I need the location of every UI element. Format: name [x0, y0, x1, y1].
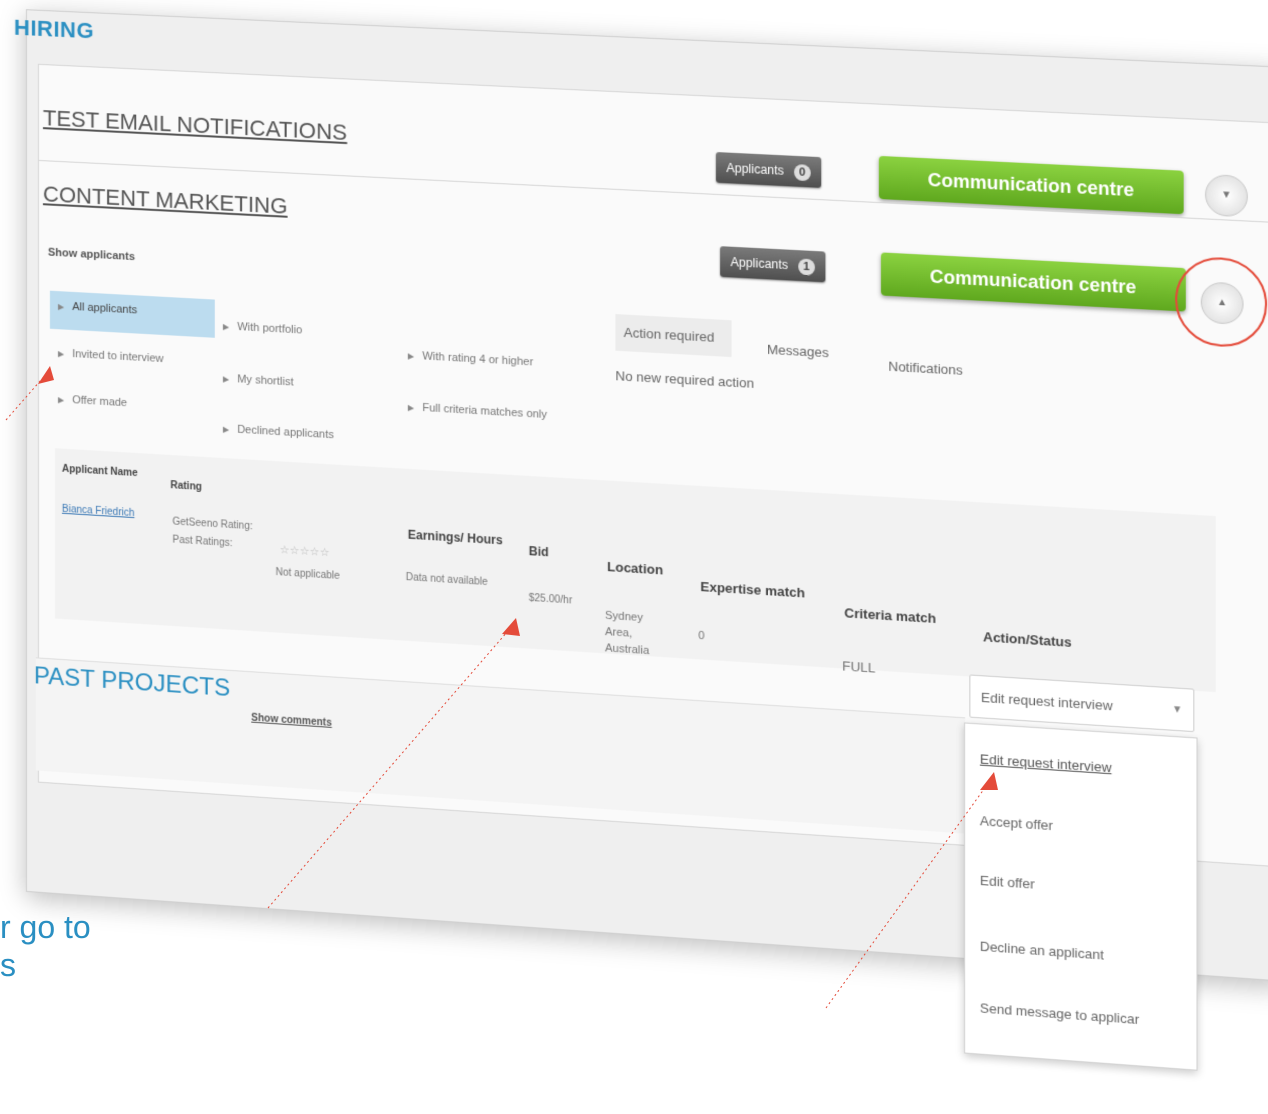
annotation-arrow-icon	[38, 366, 54, 384]
caption-line-2: s	[0, 947, 16, 983]
caption-line-1: r go to	[0, 909, 91, 945]
annotation-pointer-line	[267, 623, 515, 909]
annotation-arrow-icon	[502, 618, 520, 636]
annotation-arrow-icon	[980, 772, 998, 790]
annotation-overlay	[5, 366, 998, 1009]
caption-text: r go to s	[0, 908, 91, 984]
annotation-pointer-line	[825, 777, 993, 1009]
